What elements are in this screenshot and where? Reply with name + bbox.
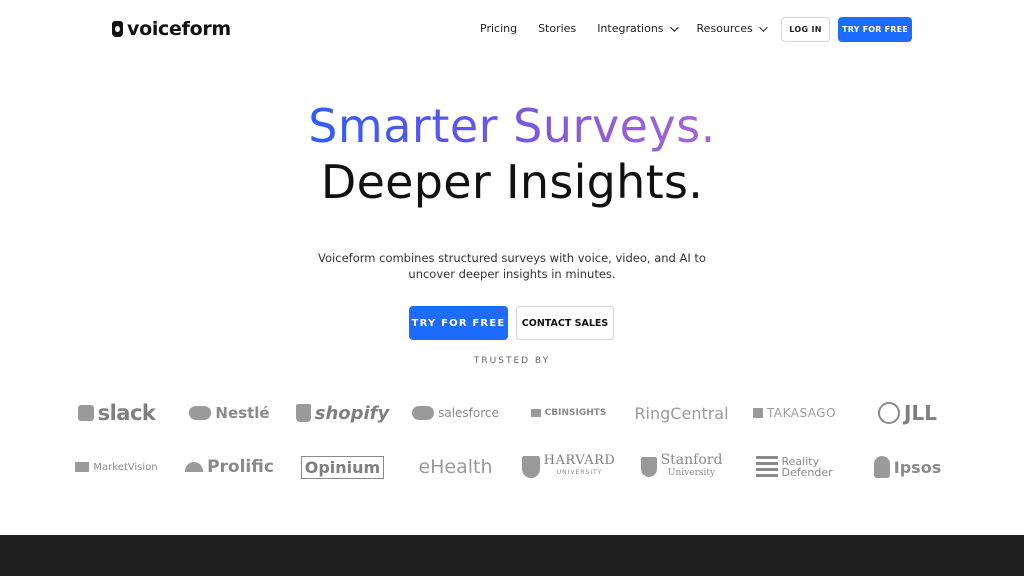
logo-ehealth: eHealth xyxy=(399,450,512,484)
logo-text: Stanford xyxy=(660,452,723,468)
nav-link-resources[interactable]: Resources xyxy=(696,22,768,35)
stanford-shield-icon xyxy=(640,457,657,477)
hero-subtext: Voiceform combines structured surveys wi… xyxy=(318,251,706,281)
logo-text: TAKASAGO xyxy=(766,406,837,420)
logo-harvard: HARVARD UNIVERSITY xyxy=(512,450,625,484)
ipsos-tree-icon xyxy=(873,456,890,478)
logo-opinium: Opinium xyxy=(286,450,399,484)
logo-nestle: Nestlé xyxy=(173,396,286,430)
hero-headline-1: Smarter Surveys. xyxy=(0,96,1024,156)
nav-link-label: Integrations xyxy=(597,22,664,35)
logo-cbinsights: CBINSIGHTS xyxy=(512,396,625,430)
logo-text: salesforce xyxy=(438,406,499,420)
stanford-wordmark: Stanford University xyxy=(660,452,723,480)
harvard-wordmark: HARVARD UNIVERSITY xyxy=(543,453,616,479)
logo-stanford: Stanford University xyxy=(625,450,738,484)
marketvision-icon xyxy=(75,462,90,472)
contact-sales-button[interactable]: CONTACT SALES xyxy=(516,306,614,340)
logo-text: HARVARD xyxy=(543,453,616,468)
hero-headline-2: Deeper Insights. xyxy=(320,155,704,209)
logo-subtext: UNIVERSITY xyxy=(556,469,603,476)
nav-link-label: Stories xyxy=(538,22,577,35)
try-free-button[interactable]: TRY FOR FREE xyxy=(409,306,508,340)
logo-takasago: TAKASAGO xyxy=(738,396,851,430)
harvard-shield-icon xyxy=(521,456,540,478)
shopping-bag-icon xyxy=(295,404,311,422)
logo-text: Prolific xyxy=(207,457,274,477)
logo-text: Ipsos xyxy=(893,457,942,477)
logo-text: Reality Defender xyxy=(781,455,833,479)
nav-try-free-button[interactable]: TRY FOR FREE xyxy=(838,17,912,42)
logo-text: CBINSIGHTS xyxy=(544,408,607,418)
logo-ipsos: Ipsos xyxy=(851,450,964,484)
takasago-icon xyxy=(752,408,763,418)
logo-prolific: Prolific xyxy=(173,450,286,484)
top-nav: voiceform Pricing Stories Integrations R… xyxy=(0,0,1024,60)
nav-link-stories[interactable]: Stories xyxy=(538,22,576,35)
logo-text: shopify xyxy=(314,402,390,424)
nav-link-label: Resources xyxy=(696,22,753,35)
logo-text: slack xyxy=(97,401,156,425)
logo-text: JLL xyxy=(904,401,937,425)
customer-logos-row-1: slack Nestlé shopify salesforce CBINSIGH… xyxy=(60,396,964,430)
login-button[interactable]: LOG IN xyxy=(781,17,830,42)
chevron-down-icon xyxy=(758,22,768,32)
logo-text: RingCentral xyxy=(634,403,729,423)
nest-icon xyxy=(189,406,212,420)
logo-text: Nestlé xyxy=(215,404,270,422)
nav-link-pricing[interactable]: Pricing xyxy=(480,22,517,35)
brand-name: voiceform xyxy=(127,18,231,40)
cloud-icon xyxy=(412,406,435,420)
nav-link-integrations[interactable]: Integrations xyxy=(597,22,679,35)
dark-section-top xyxy=(0,535,1024,576)
reality-defender-icon xyxy=(755,456,778,478)
logo-marketvision: MarketVision xyxy=(60,450,173,484)
brand-logo[interactable]: voiceform xyxy=(112,18,231,40)
trusted-by-label: TRUSTED BY xyxy=(473,356,551,366)
hero-headline-1-text: Smarter Surveys. xyxy=(308,99,716,153)
customer-logos-row-2: MarketVision Prolific Opinium eHealth HA… xyxy=(60,450,964,484)
cb-icon xyxy=(530,409,541,417)
logo-ringcentral: RingCentral xyxy=(625,396,738,430)
prolific-icon xyxy=(185,462,204,472)
nav-links: Pricing Stories Integrations Resources xyxy=(480,22,786,35)
logo-text: MarketVision xyxy=(93,461,158,473)
logo-slack: slack xyxy=(60,396,173,430)
logo-jll: JLL xyxy=(851,396,964,430)
logo-salesforce: salesforce xyxy=(399,396,512,430)
nav-link-label: Pricing xyxy=(480,22,518,35)
logo-shopify: shopify xyxy=(286,396,399,430)
logo-text: Opinium xyxy=(300,455,385,479)
logo-text: eHealth xyxy=(418,456,493,478)
voiceform-logo-icon xyxy=(112,21,123,37)
slack-icon xyxy=(77,405,94,421)
jll-emblem-icon xyxy=(878,402,901,424)
logo-subtext: University xyxy=(667,468,716,478)
logo-reality-defender: Reality Defender xyxy=(738,450,851,484)
chevron-down-icon xyxy=(669,22,679,32)
